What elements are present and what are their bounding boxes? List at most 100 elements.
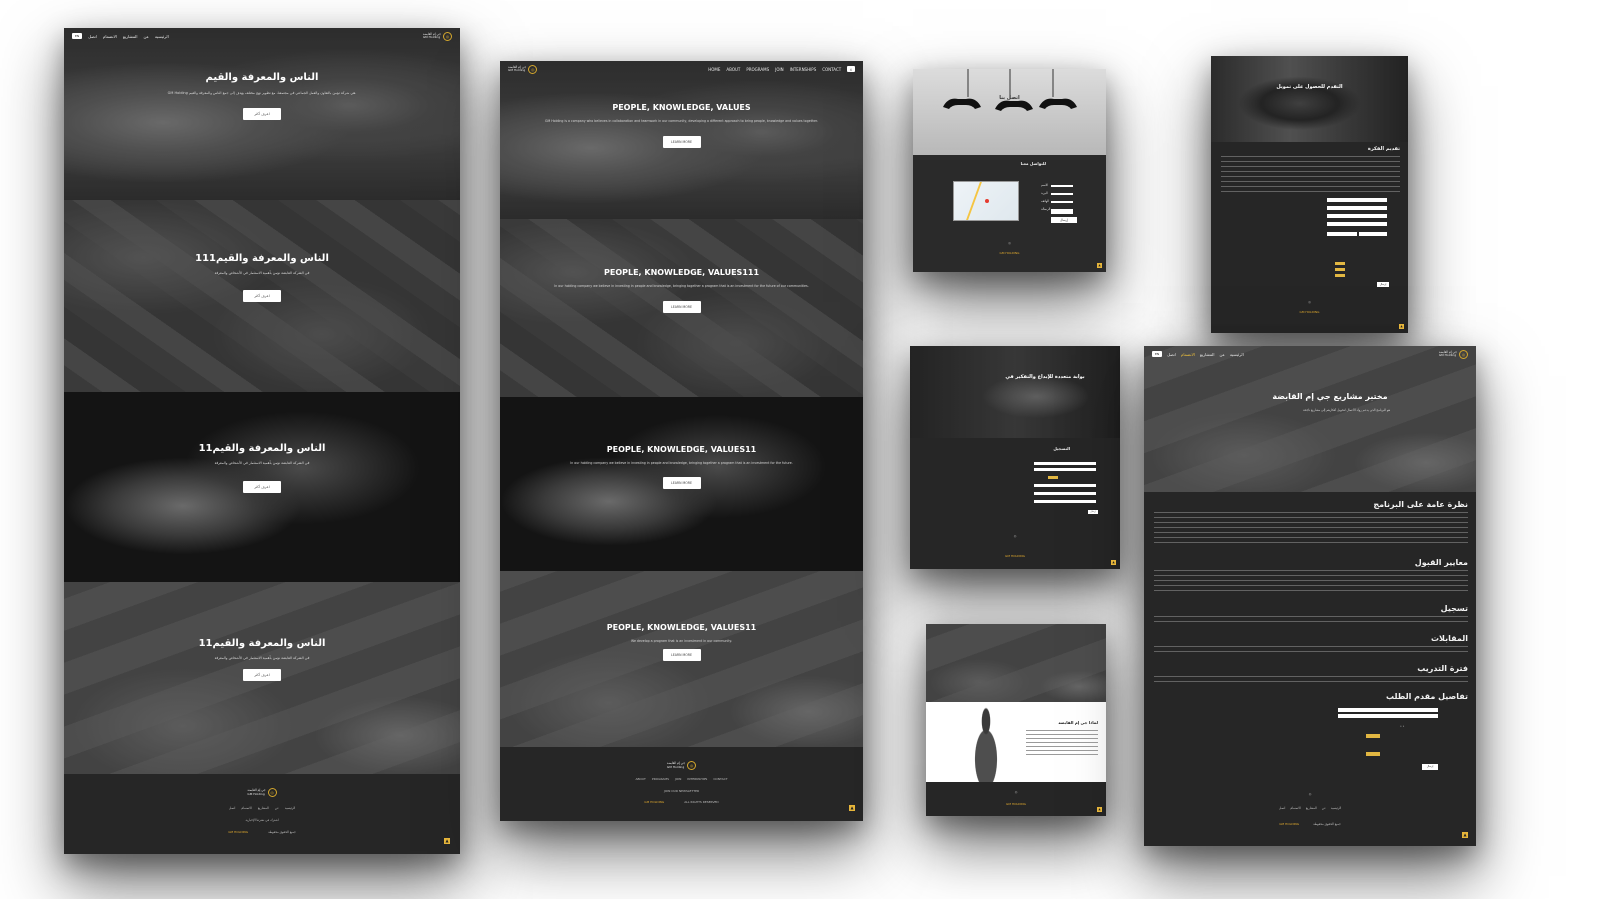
footer-link[interactable]: الرئيسية xyxy=(285,806,295,810)
scroll-top-button[interactable]: ▲ xyxy=(1111,560,1116,565)
footer-link[interactable]: المشاريع xyxy=(1306,806,1317,810)
input-field[interactable] xyxy=(1034,468,1096,471)
footer-link[interactable]: المشاريع xyxy=(258,806,269,810)
submit-button[interactable]: إرسال xyxy=(1088,510,1098,514)
nav-item[interactable]: اتصل xyxy=(1167,352,1176,357)
lang-toggle[interactable]: EN xyxy=(72,33,83,39)
upload-button[interactable] xyxy=(1335,268,1345,271)
footer-link[interactable]: PROGRAMS xyxy=(652,777,669,781)
logo[interactable]: جي إم القابضة GM Holding ◎ xyxy=(1439,349,1468,359)
input-field[interactable] xyxy=(1034,492,1096,495)
upload-button[interactable] xyxy=(1366,752,1380,756)
section-title: 11الناس والمعرفة والقيم xyxy=(198,443,326,454)
footer-credit[interactable]: GM HOLDING xyxy=(926,802,1106,806)
learn-more-button[interactable]: اعرف أكثر xyxy=(243,108,281,120)
scroll-top-button[interactable]: ▲ xyxy=(1097,807,1102,812)
footer-link[interactable]: INTERNSHIPS xyxy=(687,777,707,781)
lang-toggle[interactable]: ع xyxy=(847,66,855,72)
footer-links: اتصل الانضمام المشاريع عن الرئيسية xyxy=(64,806,460,810)
footer-link[interactable]: اتصل xyxy=(229,806,236,810)
nav-item[interactable]: INTERNSHIPS xyxy=(790,67,817,72)
submit-button[interactable]: إرسال xyxy=(1377,282,1389,287)
footer-link[interactable]: الانضمام xyxy=(241,806,252,810)
input-field[interactable] xyxy=(1327,198,1387,202)
logo[interactable]: جي إم القابضة GM Holding ◎ xyxy=(423,31,452,41)
logo[interactable]: جي إم القابضة GM Holding ◎ xyxy=(508,64,538,74)
footer-link[interactable]: عن xyxy=(275,806,279,810)
map[interactable] xyxy=(953,181,1019,221)
nav-item[interactable]: CONTACT xyxy=(822,67,841,72)
learn-more-button[interactable]: LEARN MORE xyxy=(662,477,701,489)
submit-button[interactable]: إرسال xyxy=(1422,764,1438,770)
footer-credit[interactable]: GM HOLDING xyxy=(910,554,1120,558)
scroll-top-button[interactable]: ▲ xyxy=(849,805,855,811)
newsletter-label: اشترك في نشرتنا الإخبارية xyxy=(245,818,279,822)
footer-link[interactable]: ABOUT xyxy=(635,777,645,781)
footer-credit[interactable]: GM HOLDING xyxy=(1211,310,1408,314)
upload-button[interactable] xyxy=(1048,476,1058,479)
form-section: تقديم الفكرة إرسال ◎ GM HOLDING xyxy=(1211,142,1408,333)
scroll-top-button[interactable]: ▲ xyxy=(1097,263,1102,268)
scroll-top-button[interactable]: ▲ xyxy=(1462,832,1468,838)
nav-item[interactable]: اتصل xyxy=(88,34,97,39)
nav-item[interactable]: JOIN xyxy=(775,67,784,72)
footer-logo: ◎ xyxy=(1014,790,1018,794)
input-field[interactable] xyxy=(1338,714,1438,718)
nav-item[interactable]: المشاريع xyxy=(123,34,138,39)
nav-item[interactable]: المشاريع xyxy=(1200,352,1215,357)
input-field[interactable] xyxy=(1338,708,1438,712)
lang-toggle[interactable]: EN xyxy=(1152,351,1163,357)
input-field[interactable] xyxy=(1327,206,1387,210)
input-field[interactable] xyxy=(1034,500,1096,503)
learn-more-button[interactable]: LEARN MORE xyxy=(662,136,701,148)
footer-link[interactable]: CONTACT xyxy=(713,777,727,781)
scroll-top-button[interactable]: ▲ xyxy=(1399,324,1404,329)
upload-button[interactable] xyxy=(1366,734,1380,738)
footer-link[interactable]: الرئيسية xyxy=(1331,806,1341,810)
logo-icon: ◎ xyxy=(528,64,538,74)
nav-item[interactable]: PROGRAMS xyxy=(746,67,769,72)
email-field[interactable] xyxy=(1051,193,1073,195)
input-field[interactable] xyxy=(1327,222,1387,226)
input-field[interactable] xyxy=(1327,232,1357,236)
name-field[interactable] xyxy=(1051,185,1073,187)
nav-item[interactable]: عن xyxy=(143,34,148,39)
phone-field[interactable] xyxy=(1051,201,1073,203)
credit[interactable]: GM HOLDING xyxy=(228,830,248,834)
section-title: فترة التدريب xyxy=(1417,664,1468,673)
nav-item[interactable]: الرئيسية xyxy=(155,34,169,39)
input-field[interactable] xyxy=(1327,214,1387,218)
upload-button[interactable] xyxy=(1335,262,1345,265)
form-label: • • xyxy=(1400,724,1405,728)
nav-item[interactable]: HOME xyxy=(708,67,720,72)
nav-item[interactable]: ABOUT xyxy=(726,67,740,72)
learn-more-button[interactable]: اعرف أكثر xyxy=(243,481,281,493)
nav-item[interactable]: الانضمام xyxy=(103,34,117,39)
learn-more-button[interactable]: اعرف أكثر xyxy=(243,669,281,681)
message-field[interactable] xyxy=(1051,209,1073,214)
scroll-top-button[interactable]: ▲ xyxy=(444,838,450,844)
footer-link[interactable]: عن xyxy=(1322,806,1326,810)
credit[interactable]: GM HOLDING xyxy=(1279,822,1299,826)
footer-link[interactable]: JOIN xyxy=(675,777,681,781)
upload-button[interactable] xyxy=(1335,274,1345,277)
footer-logo: جي إم القابضة GM Holding ◎ xyxy=(64,788,460,797)
submit-button[interactable]: إرسال xyxy=(1051,217,1077,223)
input-field[interactable] xyxy=(1359,232,1387,236)
footer-link[interactable]: اتصل xyxy=(1279,806,1286,810)
learn-more-button[interactable]: اعرف أكثر xyxy=(243,290,281,302)
section-title: التسجيل xyxy=(1053,446,1070,451)
input-field[interactable] xyxy=(1034,462,1096,465)
footer-link[interactable]: الانضمام xyxy=(1290,806,1301,810)
page-title: التقدم للحصول على تمويل xyxy=(1276,84,1343,90)
nav-item[interactable]: الانضمام xyxy=(1181,352,1195,357)
learn-more-button[interactable]: LEARN MORE xyxy=(662,301,701,313)
credit[interactable]: GM HOLDING xyxy=(644,800,664,804)
brand-name-en: GM Holding xyxy=(247,791,265,796)
nav-item[interactable]: عن xyxy=(1219,352,1224,357)
learn-more-button[interactable]: LEARN MORE xyxy=(662,649,701,661)
footer-credit[interactable]: GM HOLDING xyxy=(913,251,1106,255)
nav-item[interactable]: الرئيسية xyxy=(1230,352,1244,357)
input-field[interactable] xyxy=(1034,484,1096,487)
section-text xyxy=(1026,730,1098,756)
